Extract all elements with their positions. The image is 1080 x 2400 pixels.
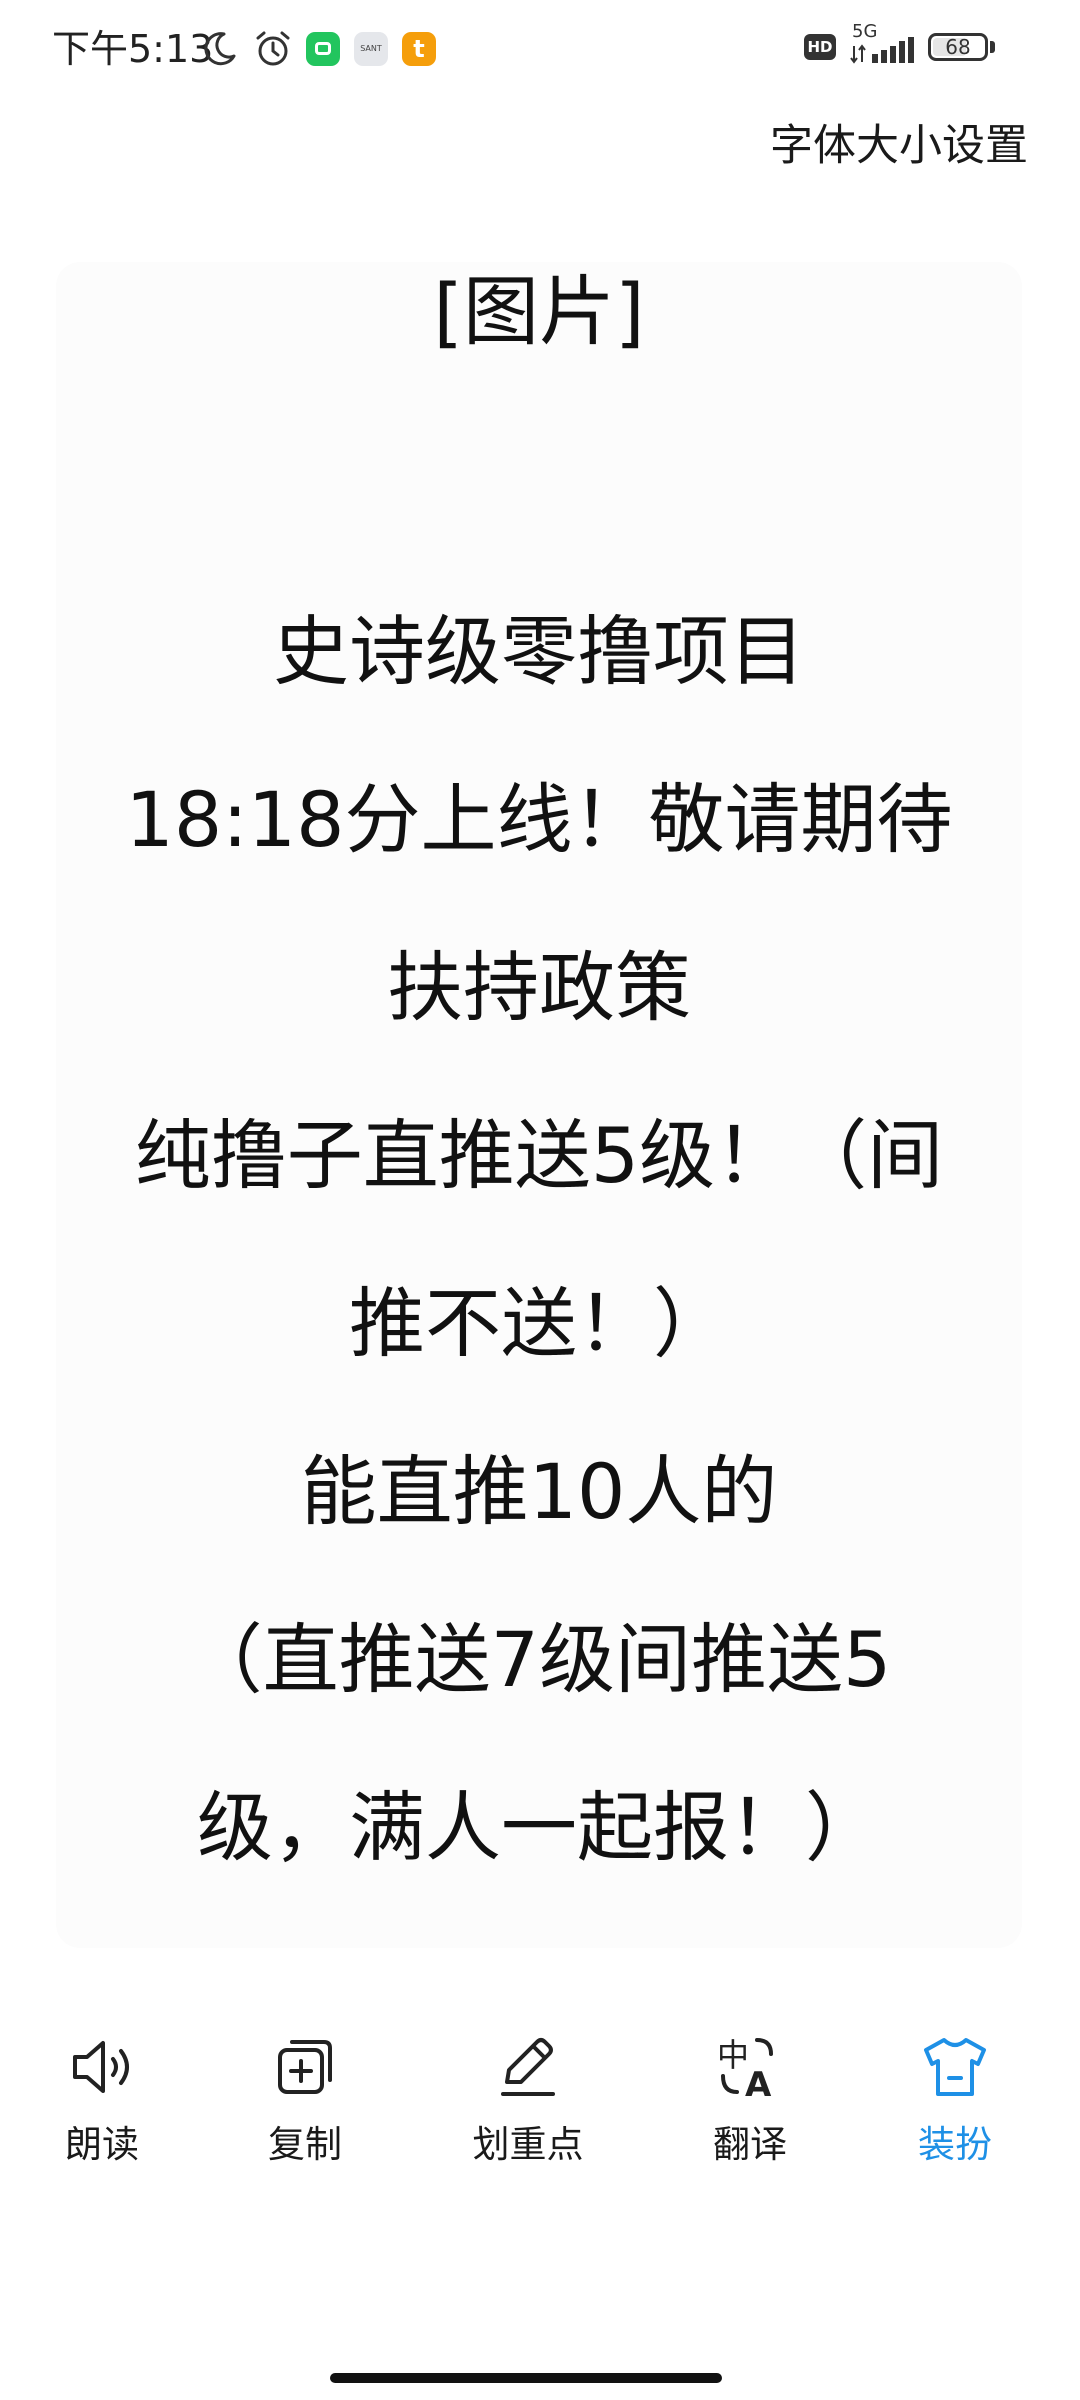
t-app-icon: t xyxy=(402,32,436,66)
content-line: 18:18分上线！敬请期待 xyxy=(125,775,953,864)
home-indicator-bar[interactable] xyxy=(330,2373,722,2383)
content-line: 纯撸子直推送5级！（间 xyxy=(134,1111,944,1200)
content-line: 级，满人一起报！） xyxy=(197,1783,881,1872)
content-line: （直推送7级间推送5 xyxy=(186,1615,892,1704)
content-line: 能直推10人的 xyxy=(300,1447,778,1536)
read-aloud-label: 朗读 xyxy=(65,2123,139,2166)
read-aloud-button[interactable]: 朗读 xyxy=(12,2030,192,2170)
pen-icon xyxy=(501,2038,555,2096)
note-content-card: [图片] 史诗级零撸项目 18:18分上线！敬请期待 扶持政策 纯撸子直推送5级… xyxy=(56,262,1022,1948)
battery-tip xyxy=(990,41,995,53)
font-size-setting-button[interactable]: 字体大小设置 xyxy=(770,116,1028,176)
chat-app-icon xyxy=(306,32,340,66)
signal-strength-icon xyxy=(850,37,914,64)
battery-percent: 68 xyxy=(945,35,971,59)
content-line: 扶持政策 xyxy=(387,943,691,1032)
copy-icon xyxy=(278,2040,332,2094)
shirt-icon xyxy=(924,2038,986,2096)
speaker-icon xyxy=(73,2041,129,2093)
highlight-label: 划重点 xyxy=(472,2123,584,2166)
highlight-button[interactable]: 划重点 xyxy=(438,2030,618,2170)
alarm-icon xyxy=(256,31,290,66)
translate-label: 翻译 xyxy=(713,2123,787,2166)
hd-badge: HD xyxy=(804,34,836,60)
sant-app-icon: SANT xyxy=(354,32,388,66)
battery-icon: 68 xyxy=(928,33,988,61)
svg-text:A: A xyxy=(745,2065,772,2104)
moon-icon xyxy=(204,32,236,66)
content-line: 史诗级零撸项目 xyxy=(273,607,805,696)
status-bar: 下午5:13 SANT t HD 5G 68 xyxy=(0,0,1080,100)
dress-up-label: 装扮 xyxy=(918,2123,992,2166)
bottom-toolbar: 朗读 复制 划重点 中 A 翻译 装扮 xyxy=(0,2030,1080,2220)
copy-button[interactable]: 复制 xyxy=(215,2030,395,2170)
content-line: 推不送！） xyxy=(349,1279,729,1368)
translate-icon: 中 A xyxy=(717,2036,773,2104)
status-time: 下午5:13 xyxy=(52,27,214,71)
translate-button[interactable]: 中 A 翻译 xyxy=(660,2030,840,2170)
note-reader-screen: 下午5:13 SANT t HD 5G 68 字体大小设置 [图片] 史诗级零撸… xyxy=(0,0,1080,2400)
image-placeholder-text: [图片] xyxy=(433,267,645,356)
dress-up-button[interactable]: 装扮 xyxy=(865,2030,1045,2170)
copy-label: 复制 xyxy=(268,2123,342,2166)
